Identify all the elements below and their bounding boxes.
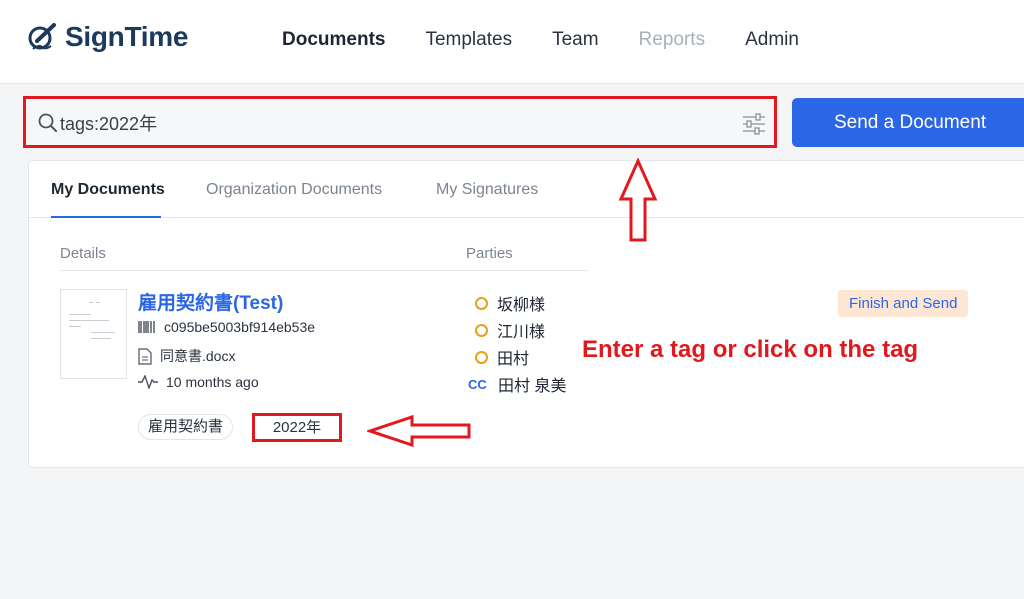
column-header-details: Details — [60, 245, 106, 262]
document-id: c095be5003bf914eb53e — [164, 319, 316, 335]
documents-panel: My Documents Organization Documents My S… — [28, 160, 1024, 468]
column-header-parties: Parties — [466, 245, 513, 262]
nav-team[interactable]: Team — [552, 29, 598, 51]
party-signer: 坂柳様 — [466, 291, 545, 315]
nav-admin[interactable]: Admin — [745, 29, 799, 51]
annotation-arrow-up-icon — [618, 158, 658, 242]
top-bar: SignTime Documents Templates Team Report… — [0, 0, 1024, 84]
party-name: 江川様 — [497, 324, 546, 341]
party-cc: CC 田村 泉美 — [468, 372, 566, 396]
party-name: 田村 泉美 — [498, 378, 567, 395]
tag-employment-contract[interactable]: 雇用契約書 — [138, 414, 234, 440]
pending-status-icon — [475, 296, 488, 310]
header-divider — [60, 270, 588, 271]
document-updated: 10 months ago — [166, 374, 259, 390]
brand-name: SignTime — [65, 21, 189, 52]
document-id-row: c095be5003bf914eb53e — [138, 319, 315, 335]
pending-status-icon — [475, 323, 488, 337]
nav-documents[interactable]: Documents — [282, 29, 385, 51]
search-input[interactable] — [60, 110, 710, 136]
cc-label: CC — [468, 376, 487, 392]
annotation-arrow-left-icon — [367, 414, 471, 448]
logo[interactable]: SignTime — [27, 21, 188, 53]
document-title[interactable]: 雇用契約書(Test) — [138, 288, 283, 315]
main-nav: Documents Templates Team Reports Admin — [282, 29, 799, 51]
barcode-icon — [138, 321, 155, 333]
document-thumbnail[interactable] — [60, 289, 127, 379]
search-icon — [38, 113, 57, 132]
nav-templates[interactable]: Templates — [425, 29, 512, 51]
tab-organization-documents[interactable]: Organization Documents — [206, 181, 382, 199]
nav-reports[interactable]: Reports — [639, 29, 706, 51]
document-activity-row: 10 months ago — [138, 374, 259, 390]
active-tab-indicator — [51, 216, 161, 218]
pending-status-icon — [475, 350, 488, 364]
send-document-button[interactable]: Send a Document — [792, 98, 1024, 147]
signature-logo-icon — [28, 23, 56, 50]
search-bar[interactable] — [23, 96, 777, 148]
file-icon — [138, 347, 152, 365]
tab-my-documents[interactable]: My Documents — [51, 181, 165, 199]
party-signer: 田村 — [466, 345, 529, 369]
party-name: 坂柳様 — [497, 297, 546, 314]
document-file-name[interactable]: 同意書.docx — [160, 346, 235, 366]
tab-my-signatures[interactable]: My Signatures — [436, 181, 538, 199]
annotation-text: Enter a tag or click on the tag — [582, 336, 919, 363]
document-file-row: 同意書.docx — [138, 346, 235, 366]
finish-and-send-badge[interactable]: Finish and Send — [838, 290, 969, 317]
tag-2022[interactable]: 2022年 — [252, 413, 342, 442]
sliders-icon[interactable] — [742, 113, 766, 135]
party-signer: 江川様 — [466, 318, 545, 342]
party-name: 田村 — [497, 351, 530, 368]
activity-icon — [138, 375, 158, 389]
document-tabs: My Documents Organization Documents My S… — [29, 161, 1024, 218]
